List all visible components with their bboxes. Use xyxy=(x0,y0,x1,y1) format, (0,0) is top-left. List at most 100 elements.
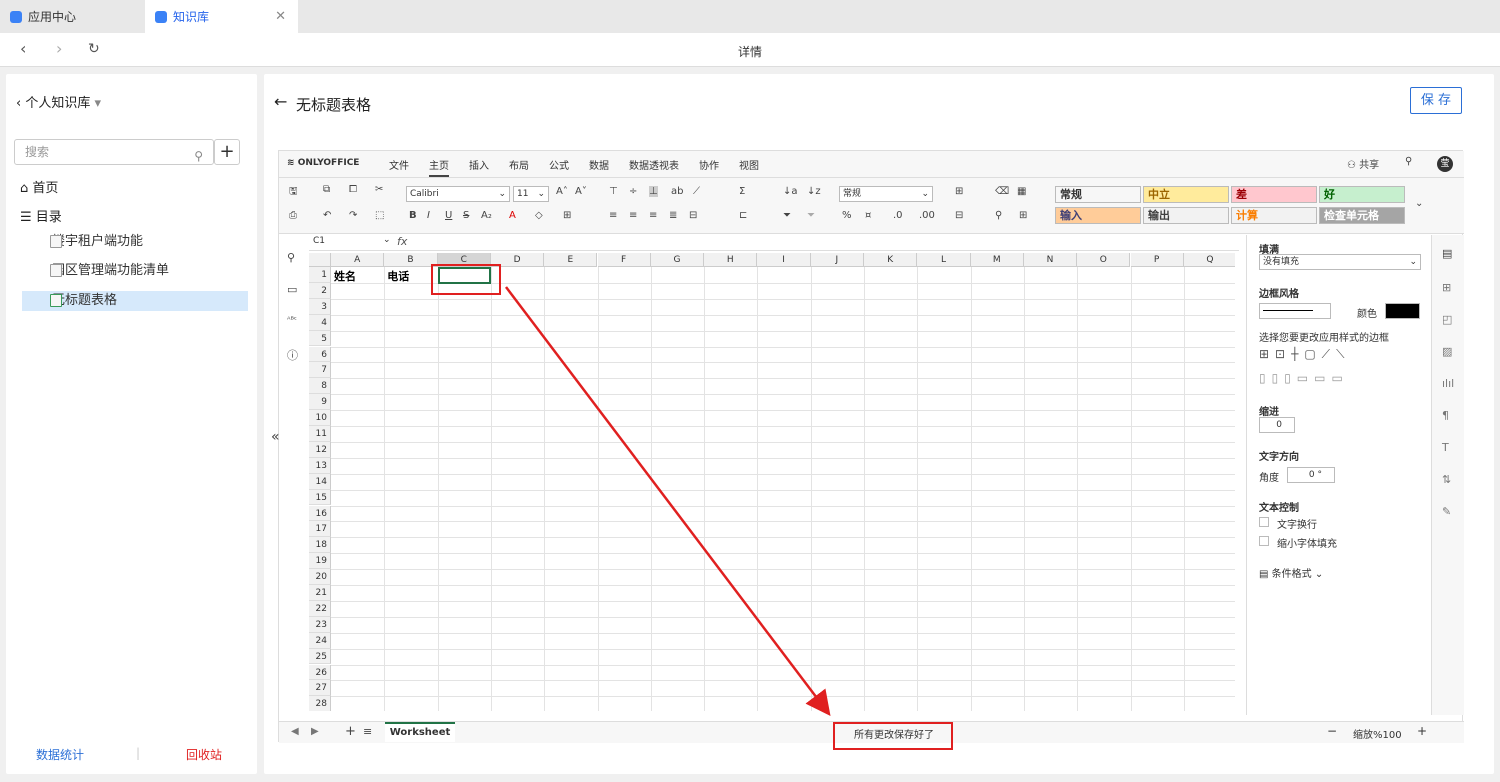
column-header[interactable]: B xyxy=(384,253,438,267)
border-buttons-row-2[interactable]: ▯▯▯▭▭▭ xyxy=(1259,371,1349,385)
image-settings-icon[interactable]: ▨ xyxy=(1442,345,1452,358)
save-button[interactable]: 保 存 xyxy=(1410,87,1462,114)
recycle-bin-link[interactable]: 回收站 xyxy=(186,746,222,763)
increase-font-icon[interactable]: A˄ xyxy=(556,186,568,197)
row-header[interactable]: 13 xyxy=(309,457,331,474)
align-left-icon[interactable]: ≡ xyxy=(609,210,617,221)
doc-item[interactable]: 园区管理端功能清单 xyxy=(22,261,248,281)
row-header[interactable]: 15 xyxy=(309,489,331,506)
borders-icon[interactable]: ⊞ xyxy=(563,210,571,221)
insert-cells-icon[interactable]: ⊞ xyxy=(955,186,963,197)
filter-icon[interactable]: ⏷ xyxy=(783,210,791,221)
add-button[interactable]: + xyxy=(214,139,240,165)
select-all-icon[interactable]: ⬚ xyxy=(375,210,384,221)
sidebar-header[interactable]: ‹ 个人知识库 ▾ xyxy=(16,92,101,111)
row-header[interactable]: 2 xyxy=(309,282,331,299)
sort-desc-icon[interactable]: ↓z xyxy=(807,186,821,197)
row-header[interactable]: 12 xyxy=(309,441,331,458)
row-header[interactable]: 26 xyxy=(309,664,331,681)
sort-asc-icon[interactable]: ↓a xyxy=(783,186,798,197)
search-icon[interactable]: ⚲ xyxy=(287,251,295,264)
row-header[interactable]: 24 xyxy=(309,632,331,649)
stats-link[interactable]: 数据统计 xyxy=(36,746,84,763)
redo-icon[interactable]: ↷ xyxy=(349,210,357,221)
wrap-text-icon[interactable]: ab xyxy=(671,186,683,197)
menu-collab[interactable]: 协作 xyxy=(699,157,719,172)
align-center-icon[interactable]: ≡ xyxy=(629,210,637,221)
spellcheck-icon[interactable]: ᴬᴮᶜ xyxy=(287,315,297,324)
sheet-tab[interactable]: Worksheet xyxy=(385,722,455,742)
tab-knowledge-base[interactable]: 知识库 ✕ xyxy=(145,0,298,33)
row-header[interactable]: 27 xyxy=(309,680,331,697)
merge-icon[interactable]: ⊟ xyxy=(689,210,697,221)
row-header[interactable]: 8 xyxy=(309,378,331,395)
style-check-cell[interactable]: 检查单元格 xyxy=(1319,207,1405,224)
styles-expand-icon[interactable]: ⌄ xyxy=(1415,198,1423,209)
shape-settings-icon[interactable]: ◰ xyxy=(1442,313,1452,326)
subscript-icon[interactable]: A₂ xyxy=(481,210,492,221)
save-icon[interactable]: 🖫 xyxy=(289,184,298,201)
strikethrough-icon[interactable]: S xyxy=(463,210,469,221)
font-color-icon[interactable]: A xyxy=(509,210,516,221)
copy-icon[interactable]: ⧉ xyxy=(323,184,330,195)
style-input[interactable]: 输入 xyxy=(1055,207,1141,224)
shrink-checkbox[interactable] xyxy=(1259,536,1269,546)
percent-icon[interactable]: % xyxy=(842,210,852,221)
style-neutral[interactable]: 中立 xyxy=(1143,186,1229,203)
back-arrow-icon[interactable]: ← xyxy=(274,92,287,111)
menu-data[interactable]: 数据 xyxy=(589,157,609,172)
column-header[interactable]: J xyxy=(810,253,864,267)
cell-reference[interactable]: C1 xyxy=(313,236,325,246)
paragraph-settings-icon[interactable]: ¶ xyxy=(1442,409,1449,422)
border-line-select[interactable] xyxy=(1259,303,1331,319)
style-good[interactable]: 好 xyxy=(1319,186,1405,203)
align-right-icon[interactable]: ≡ xyxy=(649,210,657,221)
cut-icon[interactable]: ✂ xyxy=(375,184,383,195)
menu-file[interactable]: 文件 xyxy=(389,157,409,172)
row-header[interactable]: 5 xyxy=(309,330,331,347)
border-color-swatch[interactable] xyxy=(1385,303,1420,319)
column-header[interactable]: K xyxy=(864,253,918,267)
row-header[interactable]: 18 xyxy=(309,537,331,554)
row-header[interactable]: 1 xyxy=(309,267,331,283)
column-header[interactable]: A xyxy=(331,253,385,267)
cell-settings-icon[interactable]: ▤ xyxy=(1442,247,1452,260)
italic-icon[interactable]: I xyxy=(427,210,430,221)
row-header[interactable]: 21 xyxy=(309,585,331,601)
indent-input[interactable]: 0 xyxy=(1259,417,1295,433)
chevron-down-icon[interactable]: ⌄ xyxy=(383,235,391,245)
cell-b1[interactable]: 电话 xyxy=(387,268,409,284)
row-header[interactable]: 25 xyxy=(309,648,331,665)
doc-item-selected[interactable]: 无标题表格 xyxy=(22,291,248,311)
chart-settings-icon[interactable]: ılıl xyxy=(1442,377,1454,390)
share-button[interactable]: ⚇ 共享 xyxy=(1347,156,1379,171)
menu-formula[interactable]: 公式 xyxy=(549,157,569,172)
column-header[interactable]: Q xyxy=(1183,253,1235,267)
search-input[interactable]: 搜索 ⚲ xyxy=(14,139,214,165)
sum-icon[interactable]: Σ xyxy=(739,186,745,197)
paste-icon[interactable]: ⧠ xyxy=(349,184,357,195)
row-header[interactable]: 6 xyxy=(309,346,331,363)
currency-icon[interactable]: ¤ xyxy=(865,210,871,221)
cell-a1[interactable]: 姓名 xyxy=(334,268,356,284)
column-header[interactable]: M xyxy=(970,253,1024,267)
column-header[interactable]: P xyxy=(1130,253,1184,267)
row-header[interactable]: 17 xyxy=(309,521,331,538)
row-header[interactable]: 28 xyxy=(309,696,331,711)
row-header[interactable]: 3 xyxy=(309,298,331,315)
column-header[interactable]: N xyxy=(1023,253,1078,267)
menu-home[interactable]: 主页 xyxy=(429,157,449,177)
decrease-decimal-icon[interactable]: .0 xyxy=(893,210,903,221)
copy-style-icon[interactable]: ⚲ xyxy=(995,210,1002,221)
conditional-format-button[interactable]: ▤ 条件格式 ⌄ xyxy=(1259,565,1323,580)
avatar[interactable]: 莹 xyxy=(1437,156,1453,172)
underline-icon[interactable]: U xyxy=(445,210,452,221)
column-header[interactable]: F xyxy=(597,253,651,267)
column-header[interactable]: O xyxy=(1077,253,1131,267)
corner-cell[interactable] xyxy=(309,253,331,267)
column-header[interactable]: I xyxy=(757,253,811,267)
add-sheet-icon[interactable]: + xyxy=(345,724,356,739)
menu-insert[interactable]: 插入 xyxy=(469,157,489,172)
zoom-in-icon[interactable]: + xyxy=(1417,724,1427,738)
style-normal[interactable]: 常规 xyxy=(1055,186,1141,203)
